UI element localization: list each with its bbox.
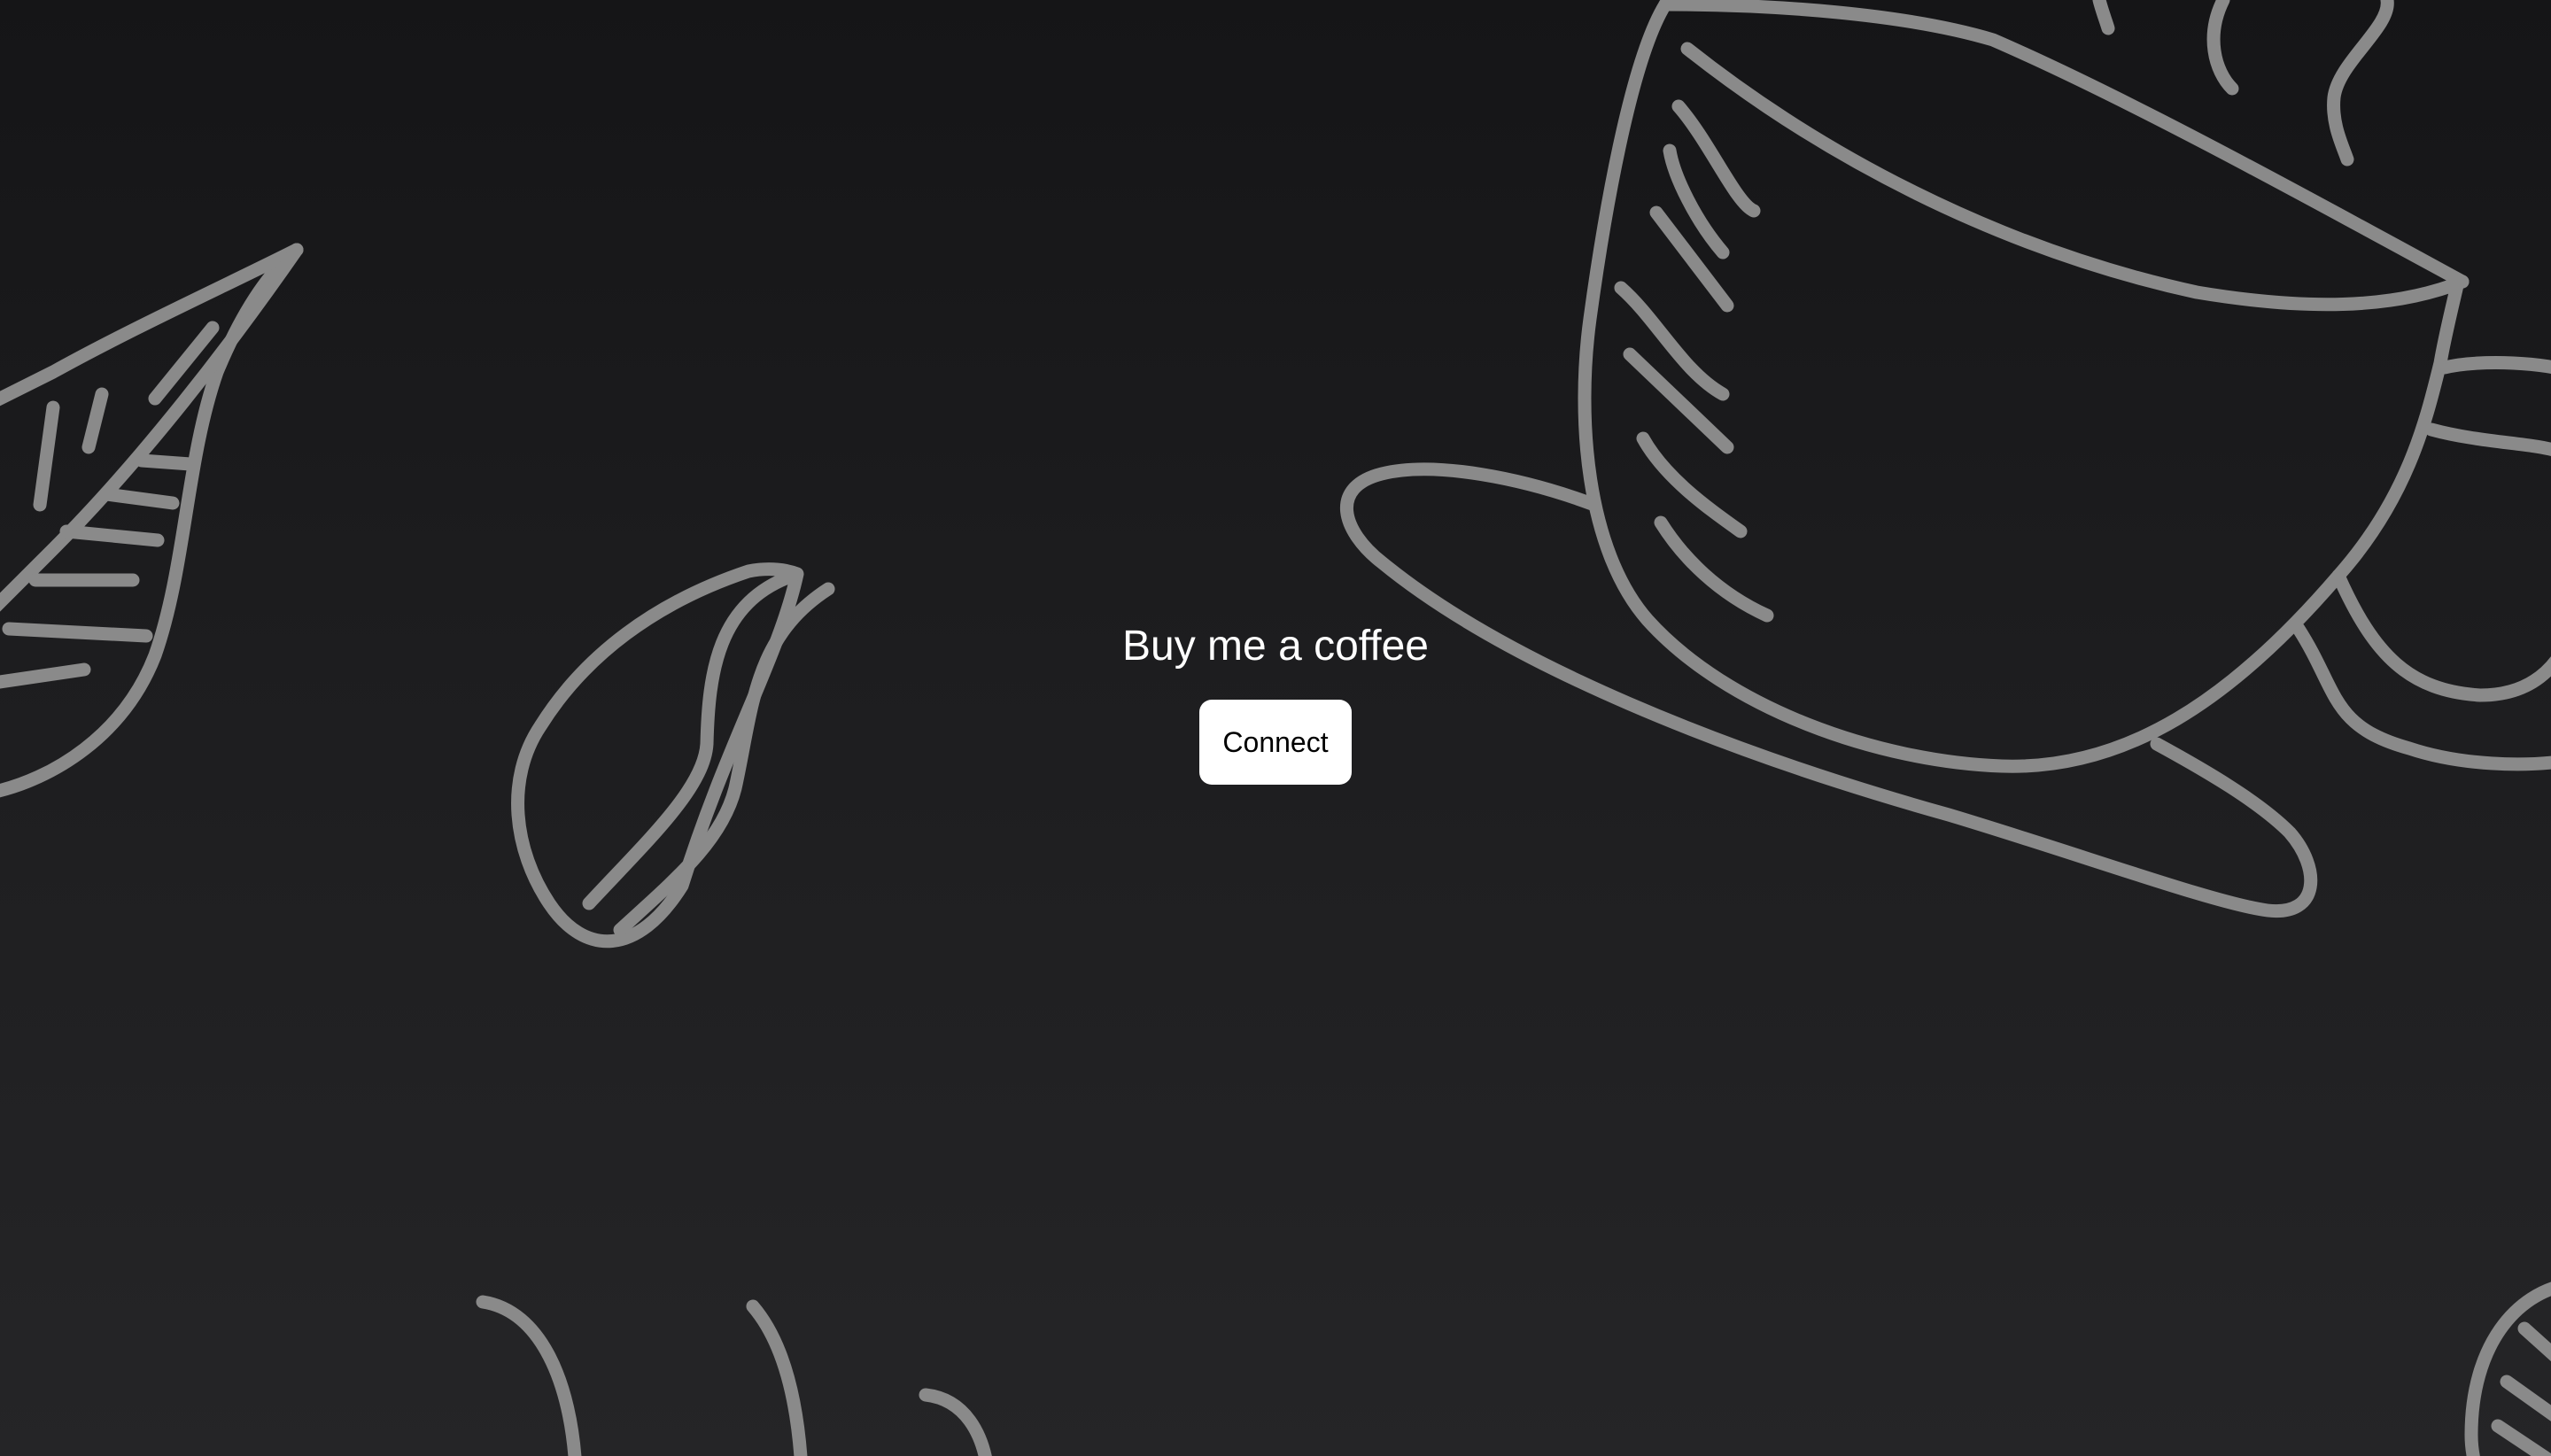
steam-icon [476, 1295, 992, 1456]
coffee-bean-icon [2464, 1282, 2551, 1456]
page-title: Buy me a coffee [1122, 623, 1429, 670]
steam-icon [2092, 0, 2394, 167]
connect-button[interactable]: Connect [1199, 700, 1352, 785]
main-content: Buy me a coffee Connect [0, 620, 2551, 785]
